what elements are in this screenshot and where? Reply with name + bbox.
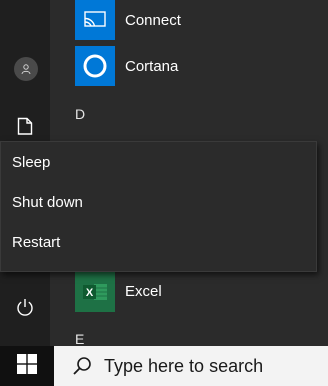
user-avatar-icon[interactable] bbox=[14, 57, 38, 81]
windows-logo-icon bbox=[17, 353, 37, 379]
power-button[interactable] bbox=[0, 286, 50, 332]
power-icon bbox=[15, 297, 35, 322]
start-button[interactable] bbox=[0, 346, 54, 386]
svg-text:X: X bbox=[86, 287, 94, 299]
app-label: Connect bbox=[125, 12, 181, 29]
excel-icon: X bbox=[75, 272, 115, 312]
documents-icon[interactable] bbox=[17, 117, 33, 140]
app-label: Excel bbox=[125, 283, 162, 300]
section-header-d[interactable]: D bbox=[75, 106, 85, 122]
search-icon bbox=[72, 356, 92, 376]
app-label: Cortana bbox=[125, 58, 179, 75]
sleep-menu-item[interactable]: Sleep bbox=[12, 154, 50, 171]
cortana-icon bbox=[75, 46, 115, 86]
taskbar: Type here to search bbox=[0, 346, 328, 386]
search-placeholder: Type here to search bbox=[104, 355, 264, 376]
section-header-e[interactable]: E bbox=[75, 331, 84, 347]
restart-menu-item[interactable]: Restart bbox=[12, 234, 60, 251]
search-box[interactable]: Type here to search bbox=[54, 346, 328, 386]
shut-down-menu-item[interactable]: Shut down bbox=[12, 194, 83, 211]
power-menu: Sleep Shut down Restart bbox=[0, 141, 317, 272]
connect-icon bbox=[75, 0, 115, 40]
